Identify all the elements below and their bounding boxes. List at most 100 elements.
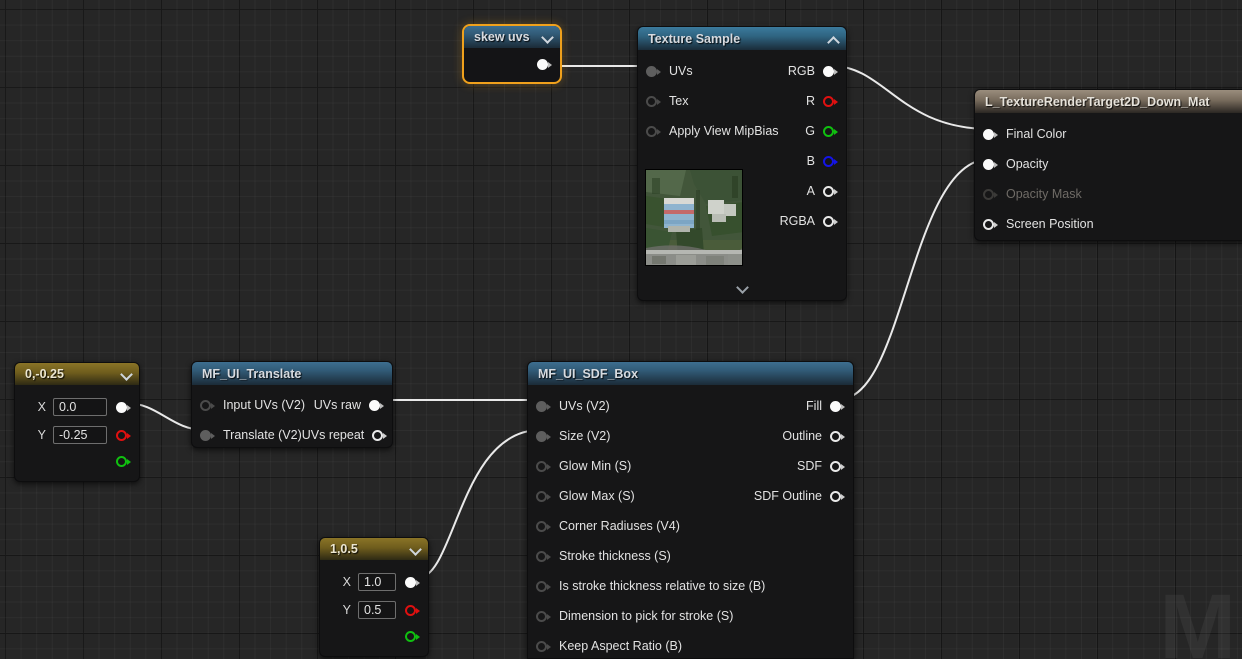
- output-pin-uvs-repeat[interactable]: [372, 428, 388, 442]
- output-row-outline[interactable]: Outline: [713, 421, 853, 451]
- output-pin-rgba[interactable]: [823, 214, 838, 228]
- output-pin-sdf-outline[interactable]: [830, 489, 845, 503]
- output-row-sdf-outline[interactable]: SDF Outline: [713, 481, 853, 511]
- const-value-y[interactable]: 0.5: [358, 601, 396, 619]
- input-pin-dimension-to-pick[interactable]: [536, 609, 551, 623]
- node-skew-uvs[interactable]: skew uvs: [462, 24, 562, 84]
- input-row-final-color[interactable]: Final Color: [975, 119, 1242, 149]
- node-mf-ui-translate[interactable]: MF_UI_Translate Input UVs (V2) UVs raw T…: [191, 361, 393, 448]
- node-texture-sample[interactable]: Texture Sample UVs Tex Apply View MipBia…: [637, 26, 847, 301]
- chevron-down-icon[interactable]: [411, 544, 420, 553]
- input-pin-corner-radiuses[interactable]: [536, 519, 551, 533]
- sdf-box-outputs: Fill Outline SDF SDF Outline: [713, 391, 853, 511]
- chevron-down-icon[interactable]: [122, 369, 131, 378]
- input-pin-opacity-mask[interactable]: [983, 187, 998, 201]
- output-pin-b[interactable]: [823, 154, 838, 168]
- chevron-down-icon[interactable]: [638, 280, 846, 298]
- row-input-uvs[interactable]: Input UVs (V2) UVs raw: [192, 390, 392, 420]
- input-row-opacity-mask[interactable]: Opacity Mask: [975, 179, 1242, 209]
- node-constant-1-05[interactable]: 1,0.5 X 1.0 Y 0.5: [319, 537, 429, 657]
- input-row-is-stroke-relative[interactable]: Is stroke thickness relative to size (B): [528, 571, 768, 601]
- input-pin-glow-min[interactable]: [536, 459, 551, 473]
- const-row-x[interactable]: X 0.0: [15, 393, 139, 421]
- const-value-y[interactable]: -0.25: [53, 426, 107, 444]
- output-pin-fill[interactable]: [830, 399, 845, 413]
- input-pin-translate[interactable]: [200, 428, 215, 442]
- node-mf-ui-translate-header[interactable]: MF_UI_Translate: [192, 362, 392, 385]
- output-row-rgba[interactable]: RGBA: [736, 206, 846, 236]
- const-value-x[interactable]: 0.0: [53, 398, 107, 416]
- output-row-g[interactable]: G: [736, 116, 846, 146]
- node-mf-ui-sdf-box[interactable]: MF_UI_SDF_Box UVs (V2) Size (V2) Glow Mi…: [527, 361, 854, 659]
- output-pin-rgb[interactable]: [823, 64, 838, 78]
- input-label-tex: Tex: [669, 94, 689, 108]
- node-skew-uvs-header[interactable]: skew uvs: [464, 26, 560, 48]
- output-pin-x[interactable]: [405, 575, 420, 589]
- output-pin[interactable]: [537, 57, 552, 71]
- chevron-up-icon[interactable]: [829, 34, 838, 43]
- node-texture-sample-header[interactable]: Texture Sample: [638, 27, 846, 50]
- output-pin-a[interactable]: [823, 184, 838, 198]
- const-row-x[interactable]: X 1.0: [320, 568, 428, 596]
- output-pin-r[interactable]: [823, 94, 838, 108]
- const-value-x[interactable]: 1.0: [358, 573, 396, 591]
- input-label-size-v2: Size (V2): [559, 429, 611, 443]
- input-pin-size-v2[interactable]: [536, 429, 551, 443]
- node-constant-0-neg025-header[interactable]: 0,-0.25: [15, 363, 139, 385]
- input-row-screen-position[interactable]: Screen Position: [975, 209, 1242, 239]
- input-label-opacity: Opacity: [1006, 157, 1049, 171]
- input-pin-uvs[interactable]: [646, 64, 661, 78]
- output-row-b[interactable]: B: [736, 146, 846, 176]
- output-pin-g[interactable]: [823, 124, 838, 138]
- row-translate[interactable]: Translate (V2) UVs repeat: [192, 420, 392, 447]
- output-pin-y[interactable]: [116, 428, 131, 442]
- node-mf-ui-sdf-box-header[interactable]: MF_UI_SDF_Box: [528, 362, 853, 385]
- const-row-extra[interactable]: [320, 624, 428, 648]
- const-row-extra[interactable]: [15, 449, 139, 473]
- output-pin-extra[interactable]: [405, 629, 420, 643]
- output-row-rgb[interactable]: RGB: [736, 56, 846, 86]
- node-constant-0-neg025[interactable]: 0,-0.25 X 0.0 Y -0.25: [14, 362, 140, 482]
- input-pin-is-stroke-relative[interactable]: [536, 579, 551, 593]
- node-material-output-header[interactable]: L_TextureRenderTarget2D_Down_Mat: [975, 90, 1242, 113]
- input-pin-uvs-v2[interactable]: [536, 399, 551, 413]
- output-row-fill[interactable]: Fill: [713, 391, 853, 421]
- aerial-photo-thumbnail[interactable]: [645, 169, 743, 266]
- input-row-dimension-to-pick[interactable]: Dimension to pick for stroke (S): [528, 601, 768, 631]
- output-pin-outline[interactable]: [830, 429, 845, 443]
- chevron-down-icon[interactable]: [543, 32, 552, 41]
- output-pin-extra[interactable]: [116, 454, 131, 468]
- output-label-b: B: [806, 154, 815, 168]
- output-row-sdf[interactable]: SDF: [713, 451, 853, 481]
- input-pin-apply-view-mipbias[interactable]: [646, 124, 661, 138]
- output-row-a[interactable]: A: [736, 176, 846, 206]
- input-row-stroke-thickness[interactable]: Stroke thickness (S): [528, 541, 768, 571]
- input-row-opacity[interactable]: Opacity: [975, 149, 1242, 179]
- input-pin-final-color[interactable]: [983, 127, 998, 141]
- input-pin-keep-aspect-ratio[interactable]: [536, 639, 551, 653]
- output-pin-uvs-raw[interactable]: [369, 398, 384, 412]
- node-texture-sample-title: Texture Sample: [648, 31, 741, 46]
- output-label-a: A: [806, 184, 815, 198]
- input-label-corner-radiuses: Corner Radiuses (V4): [559, 519, 680, 533]
- input-pin-opacity[interactable]: [983, 157, 998, 171]
- output-label-rgb: RGB: [787, 64, 815, 78]
- output-row-r[interactable]: R: [736, 86, 846, 116]
- output-pin-x[interactable]: [116, 400, 131, 414]
- const-row-y[interactable]: Y -0.25: [15, 421, 139, 449]
- input-pin-tex[interactable]: [646, 94, 661, 108]
- input-row-keep-aspect-ratio[interactable]: Keep Aspect Ratio (B): [528, 631, 768, 658]
- input-pin-glow-max[interactable]: [536, 489, 551, 503]
- node-material-output[interactable]: L_TextureRenderTarget2D_Down_Mat Final C…: [974, 89, 1242, 241]
- output-pin-sdf[interactable]: [830, 459, 845, 473]
- input-pin-screen-position[interactable]: [983, 217, 998, 231]
- input-row-corner-radiuses[interactable]: Corner Radiuses (V4): [528, 511, 768, 541]
- const-row-y[interactable]: Y 0.5: [320, 596, 428, 624]
- input-pin-input-uvs[interactable]: [200, 398, 215, 412]
- node-material-output-body: Final Color Opacity Opacity Mask Screen …: [975, 113, 1242, 240]
- output-pin-y[interactable]: [405, 603, 420, 617]
- input-label-uvs-v2: UVs (V2): [559, 399, 610, 413]
- input-pin-stroke-thickness[interactable]: [536, 549, 551, 563]
- node-constant-1-05-header[interactable]: 1,0.5: [320, 538, 428, 560]
- material-graph-canvas[interactable]: M skew uvs Texture Sample UVs Tex Apply …: [0, 0, 1242, 659]
